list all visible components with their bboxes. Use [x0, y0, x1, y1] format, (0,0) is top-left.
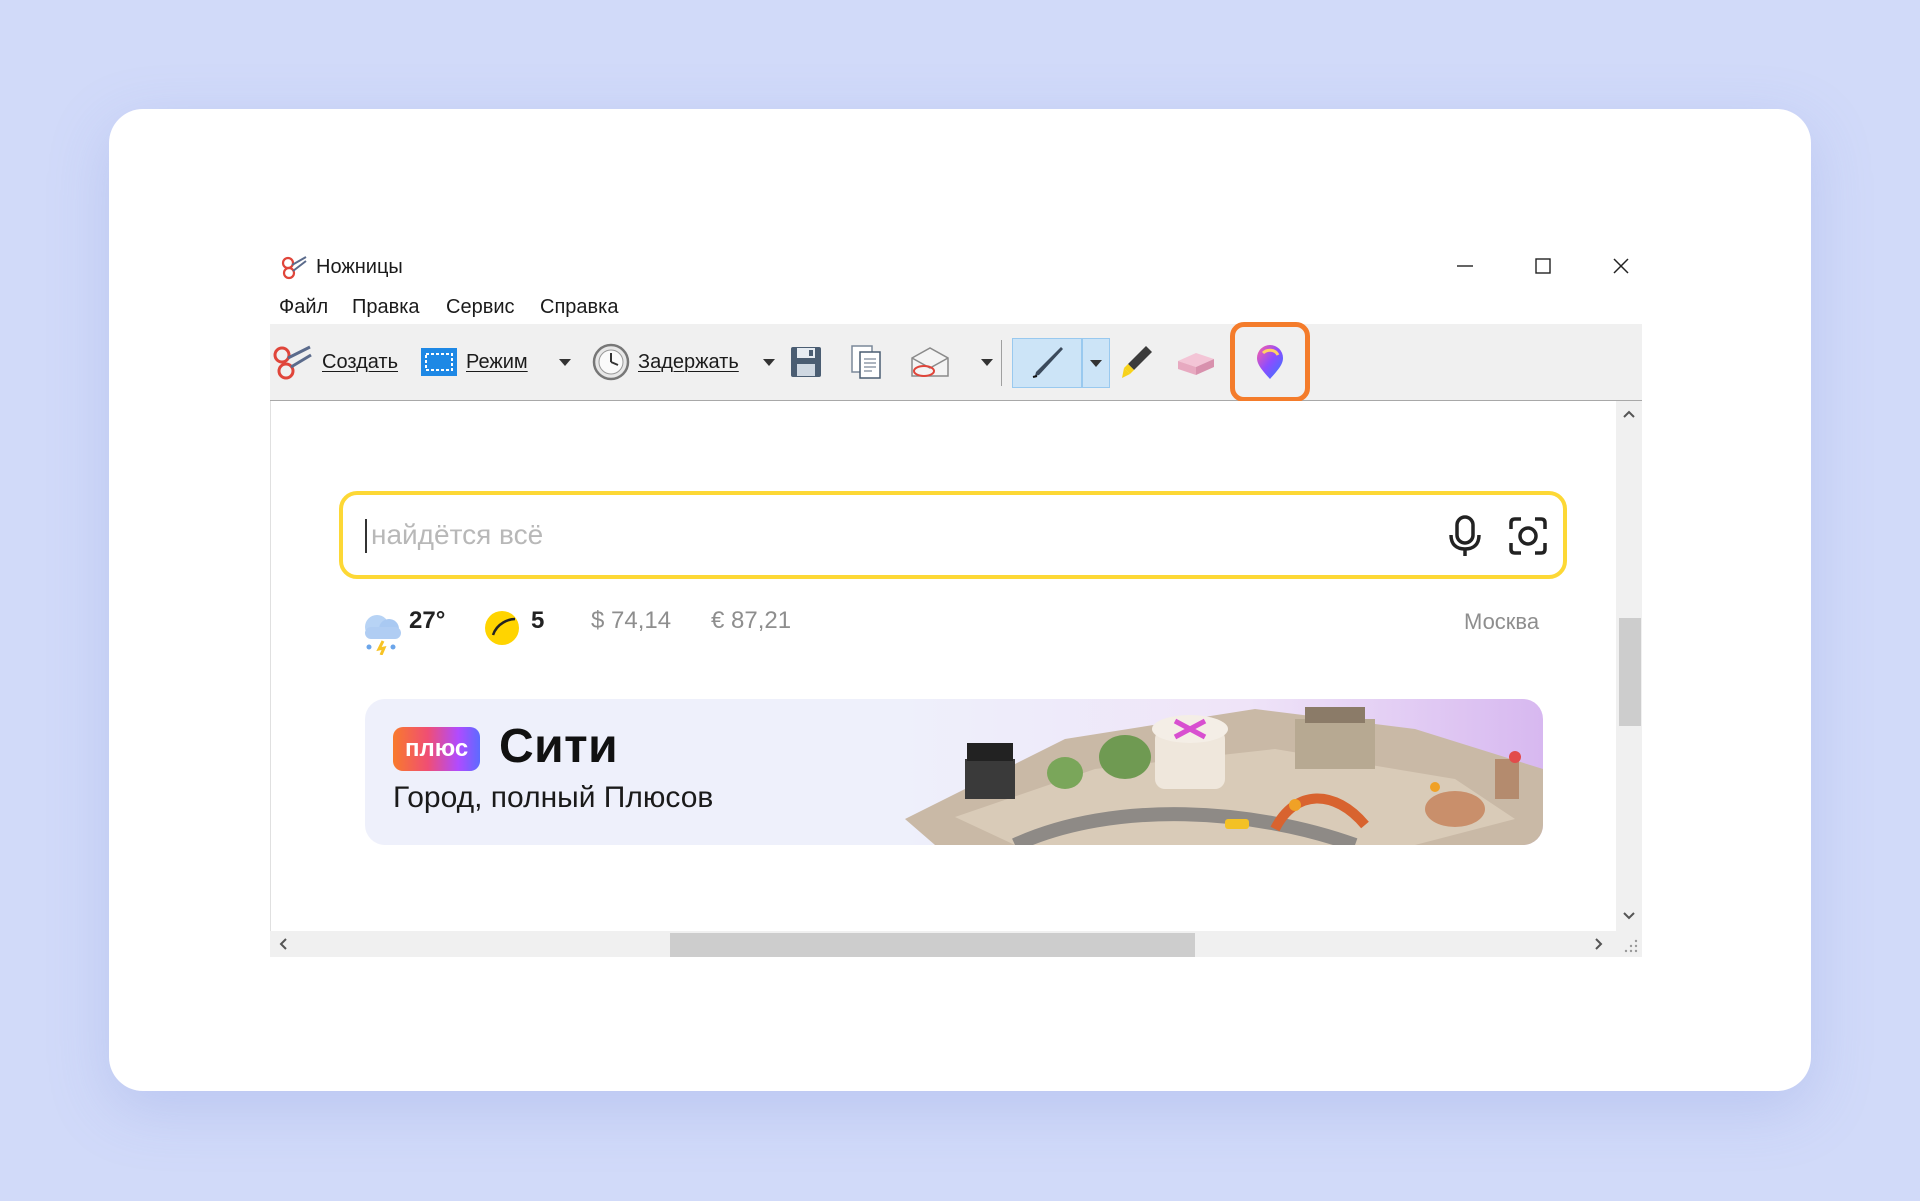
city-link[interactable]: Москва [1464, 609, 1539, 635]
text-caret [365, 519, 367, 553]
eraser-icon [1178, 353, 1214, 375]
microphone-icon[interactable] [1443, 513, 1487, 559]
search-input[interactable]: найдётся всё [371, 519, 543, 551]
traffic-score[interactable]: 5 [531, 607, 544, 635]
minimize-icon [1457, 265, 1473, 267]
maximize-icon [1535, 258, 1551, 274]
horizontal-scrollbar[interactable] [270, 931, 1616, 957]
minimize-button[interactable] [1430, 244, 1500, 288]
close-button[interactable] [1586, 244, 1656, 288]
resize-grip-icon [1624, 939, 1638, 953]
mode-rectangle-icon [421, 348, 457, 376]
weather-temp[interactable]: 27° [409, 607, 445, 635]
city-illustration [905, 707, 1543, 845]
menu-edit[interactable]: Правка [352, 296, 420, 319]
capture-area: найдётся всё 27° 5 $ 74,14 € 87,21 Москв… [270, 401, 1617, 931]
paint3d-button[interactable] [1230, 322, 1310, 402]
chevron-down-icon [763, 359, 775, 366]
chevron-down-icon [1090, 360, 1102, 367]
scroll-right-button[interactable] [1586, 931, 1612, 957]
delay-dropdown[interactable] [758, 324, 780, 400]
snipping-tool-window: Ножницы Файл Правка Сервис Справка Созда… [270, 240, 1642, 960]
search-box[interactable]: найдётся всё [339, 491, 1567, 579]
weather-icon [365, 615, 401, 655]
paint3d-icon [1257, 345, 1283, 379]
banner-subtitle: Город, полный Плюсов [393, 781, 714, 814]
chevron-left-icon [279, 938, 287, 950]
create-label: Создать [322, 350, 399, 373]
eraser-button[interactable] [1174, 324, 1218, 400]
menu-bar: Файл Правка Сервис Справка [270, 292, 1642, 324]
camera-search-icon[interactable] [1505, 513, 1551, 559]
pen-icon [1032, 347, 1063, 378]
chevron-right-icon [1595, 938, 1603, 950]
pen-dropdown[interactable] [1082, 338, 1110, 388]
maximize-button[interactable] [1508, 244, 1578, 288]
delay-label: Задержать [638, 350, 739, 373]
mode-label: Режим [466, 350, 528, 373]
vertical-scroll-thumb[interactable] [1619, 618, 1641, 726]
traffic-icon [485, 611, 519, 645]
pen-button[interactable] [1012, 338, 1082, 388]
title-bar: Ножницы [270, 240, 1642, 292]
clock-icon [592, 343, 630, 381]
resize-grip[interactable] [1616, 931, 1642, 957]
window-title: Ножницы [316, 256, 403, 278]
menu-file[interactable]: Файл [279, 296, 328, 319]
highlighter-button[interactable] [1116, 324, 1156, 400]
scroll-down-button[interactable] [1616, 901, 1642, 931]
create-button[interactable]: Создать [272, 324, 398, 400]
close-icon [1613, 258, 1629, 274]
eur-rate[interactable]: € 87,21 [711, 607, 791, 635]
send-email-icon [911, 347, 949, 377]
chevron-down-icon [981, 359, 993, 366]
toolbar: Создать Режим Задержать [270, 322, 1642, 402]
highlighter-icon [1122, 346, 1152, 378]
chevron-up-icon [1623, 410, 1635, 418]
mode-button[interactable]: Режим [420, 324, 528, 400]
copy-button[interactable] [850, 324, 884, 400]
vertical-scrollbar[interactable] [1616, 401, 1642, 931]
plus-city-banner[interactable]: плюс Сити Город, полный Плюсов [365, 699, 1543, 845]
scissors-app-icon [281, 256, 307, 280]
scroll-left-button[interactable] [270, 931, 296, 957]
scissors-icon [273, 345, 312, 380]
usd-rate[interactable]: $ 74,14 [591, 607, 671, 635]
send-button[interactable] [910, 324, 950, 400]
chevron-down-icon [559, 359, 571, 366]
plus-badge: плюс [393, 727, 481, 771]
send-dropdown[interactable] [976, 324, 998, 400]
menu-tools[interactable]: Сервис [446, 296, 515, 319]
copy-icon [851, 345, 881, 379]
scroll-up-button[interactable] [1616, 401, 1642, 427]
delay-button[interactable]: Задержать [592, 324, 739, 400]
toolbar-separator [1001, 340, 1002, 386]
horizontal-scroll-thumb[interactable] [670, 933, 1195, 957]
menu-help[interactable]: Справка [540, 296, 618, 319]
banner-title: Сити [499, 720, 619, 773]
chevron-down-icon [1623, 912, 1635, 920]
mode-dropdown[interactable] [554, 324, 576, 400]
save-button[interactable] [790, 324, 822, 400]
save-icon [791, 347, 821, 377]
